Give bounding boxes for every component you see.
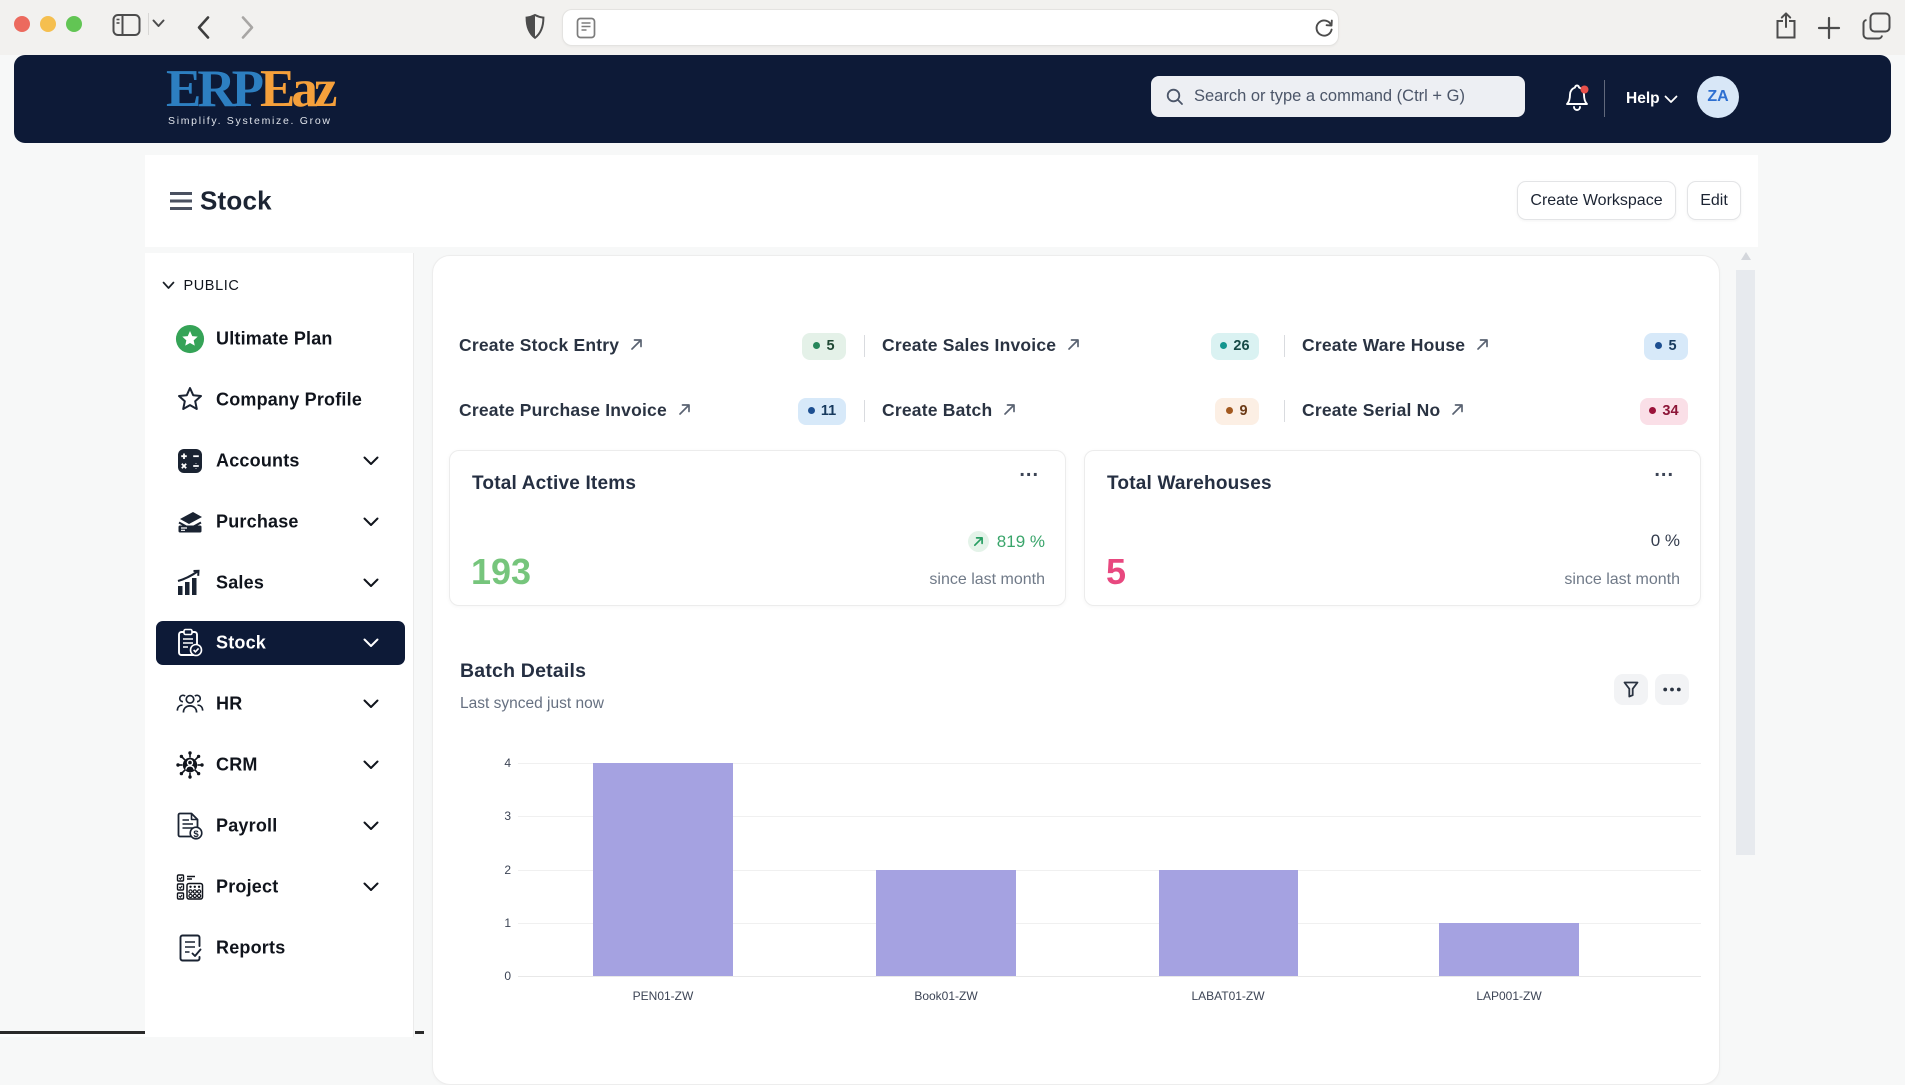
svg-text:$: $ <box>193 829 199 840</box>
